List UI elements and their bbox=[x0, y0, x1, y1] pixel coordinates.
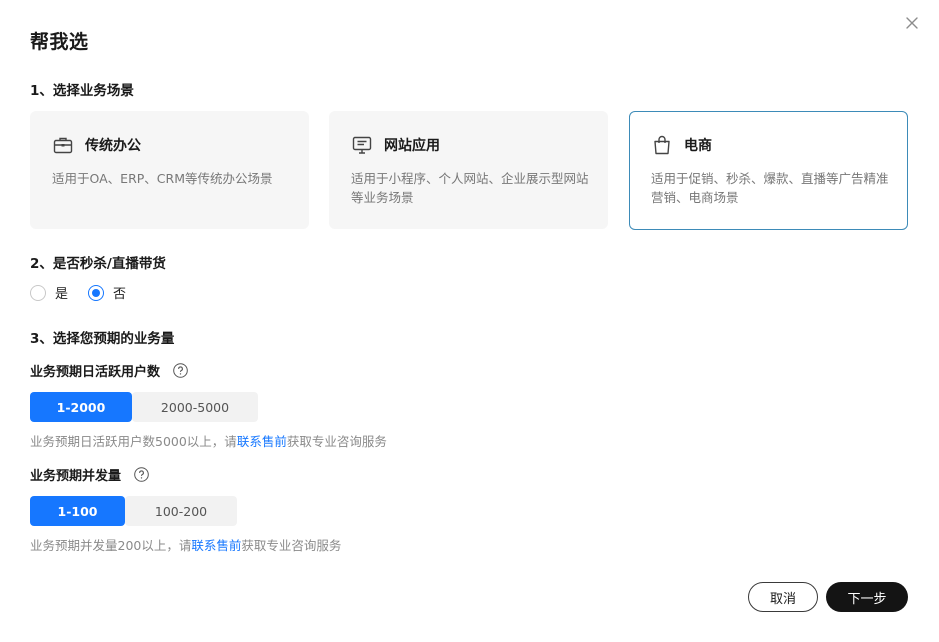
dau-option-1-2000[interactable]: 1-2000 bbox=[30, 392, 132, 422]
scenario-cards: 传统办公 适用于OA、ERP、CRM等传统办公场景 网站应用 适用于小程序、个人… bbox=[30, 111, 908, 230]
monitor-icon bbox=[351, 134, 373, 156]
contact-presales-link[interactable]: 联系售前 bbox=[237, 434, 287, 449]
scenario-card-website[interactable]: 网站应用 适用于小程序、个人网站、企业展示型网站等业务场景 bbox=[329, 111, 608, 229]
scenario-card-desc: 适用于OA、ERP、CRM等传统办公场景 bbox=[52, 171, 273, 186]
section-title-scenario: 1、选择业务场景 bbox=[30, 83, 134, 99]
dau-option-2000-5000[interactable]: 2000-5000 bbox=[132, 392, 258, 422]
concurrency-hint: 业务预期并发量200以上，请联系售前获取专业咨询服务 bbox=[30, 538, 342, 553]
concurrency-option-1-100[interactable]: 1-100 bbox=[30, 496, 125, 526]
scenario-card-name: 传统办公 bbox=[85, 138, 141, 154]
shopping-bag-icon bbox=[651, 134, 673, 156]
scenario-card-desc: 适用于小程序、个人网站、企业展示型网站等业务场景 bbox=[351, 171, 589, 205]
scenario-card-name: 电商 bbox=[684, 138, 712, 154]
close-icon[interactable] bbox=[903, 14, 921, 32]
radio-yes[interactable]: 是 bbox=[30, 283, 68, 302]
cancel-button[interactable]: 取消 bbox=[748, 582, 818, 612]
section-title-flash-sale: 2、是否秒杀/直播带货 bbox=[30, 256, 166, 272]
help-me-choose-dialog: 帮我选 1、选择业务场景 传统办公 适用于OA、ERP、CRM等传统办公场景 网… bbox=[0, 0, 939, 642]
dau-hint: 业务预期日活跃用户数5000以上，请联系售前获取专业咨询服务 bbox=[30, 434, 387, 449]
scenario-card-office[interactable]: 传统办公 适用于OA、ERP、CRM等传统办公场景 bbox=[30, 111, 309, 229]
flash-sale-radio-group: 是 否 bbox=[30, 283, 146, 302]
next-step-button[interactable]: 下一步 bbox=[826, 582, 908, 612]
radio-label: 是 bbox=[55, 287, 69, 302]
dau-label-row: 业务预期日活跃用户数 bbox=[30, 361, 188, 380]
concurrency-option-100-200[interactable]: 100-200 bbox=[125, 496, 237, 526]
radio-no[interactable]: 否 bbox=[88, 283, 126, 302]
contact-presales-link[interactable]: 联系售前 bbox=[191, 538, 241, 553]
concurrency-label-row: 业务预期并发量 bbox=[30, 465, 149, 484]
scenario-card-desc: 适用于促销、秒杀、爆款、直播等广告精准营销、电商场景 bbox=[651, 171, 889, 205]
dialog-title: 帮我选 bbox=[30, 31, 89, 53]
radio-label: 否 bbox=[113, 287, 127, 302]
radio-circle-checked[interactable] bbox=[88, 284, 105, 301]
scenario-card-name: 网站应用 bbox=[384, 138, 440, 154]
radio-circle[interactable] bbox=[30, 284, 46, 301]
dau-label: 业务预期日活跃用户数 bbox=[30, 365, 161, 380]
scenario-card-ecommerce[interactable]: 电商 适用于促销、秒杀、爆款、直播等广告精准营销、电商场景 bbox=[629, 111, 908, 230]
concurrency-segmented-control: 1-100 100-200 bbox=[30, 496, 237, 526]
concurrency-label: 业务预期并发量 bbox=[30, 469, 122, 484]
help-icon[interactable] bbox=[134, 467, 149, 482]
briefcase-icon bbox=[52, 134, 74, 156]
dau-segmented-control: 1-2000 2000-5000 bbox=[30, 392, 258, 422]
help-icon[interactable] bbox=[173, 363, 188, 378]
section-title-volume: 3、选择您预期的业务量 bbox=[30, 331, 175, 347]
